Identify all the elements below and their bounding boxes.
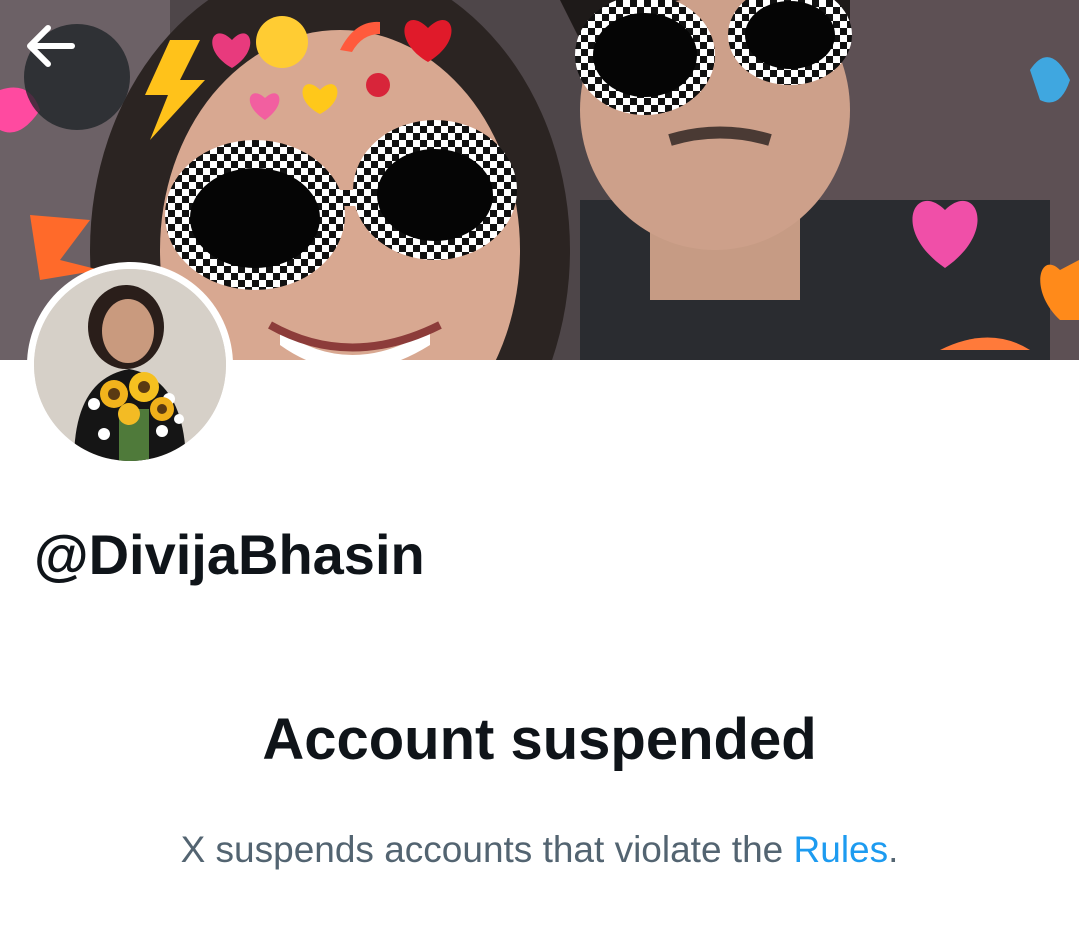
suspended-message-period: . (888, 829, 899, 870)
avatar (34, 269, 226, 461)
suspended-title: Account suspended (262, 707, 817, 772)
back-button[interactable] (24, 24, 130, 130)
avatar-container[interactable] (27, 262, 233, 468)
suspended-message-text: X suspends accounts that violate the (180, 829, 794, 870)
suspended-message: X suspends accounts that violate the Rul… (0, 822, 1079, 878)
rules-link[interactable]: Rules (794, 829, 889, 870)
profile-handle: @DivijaBhasin (34, 523, 425, 586)
arrow-left-icon (27, 25, 75, 67)
avatar-image (34, 269, 226, 461)
